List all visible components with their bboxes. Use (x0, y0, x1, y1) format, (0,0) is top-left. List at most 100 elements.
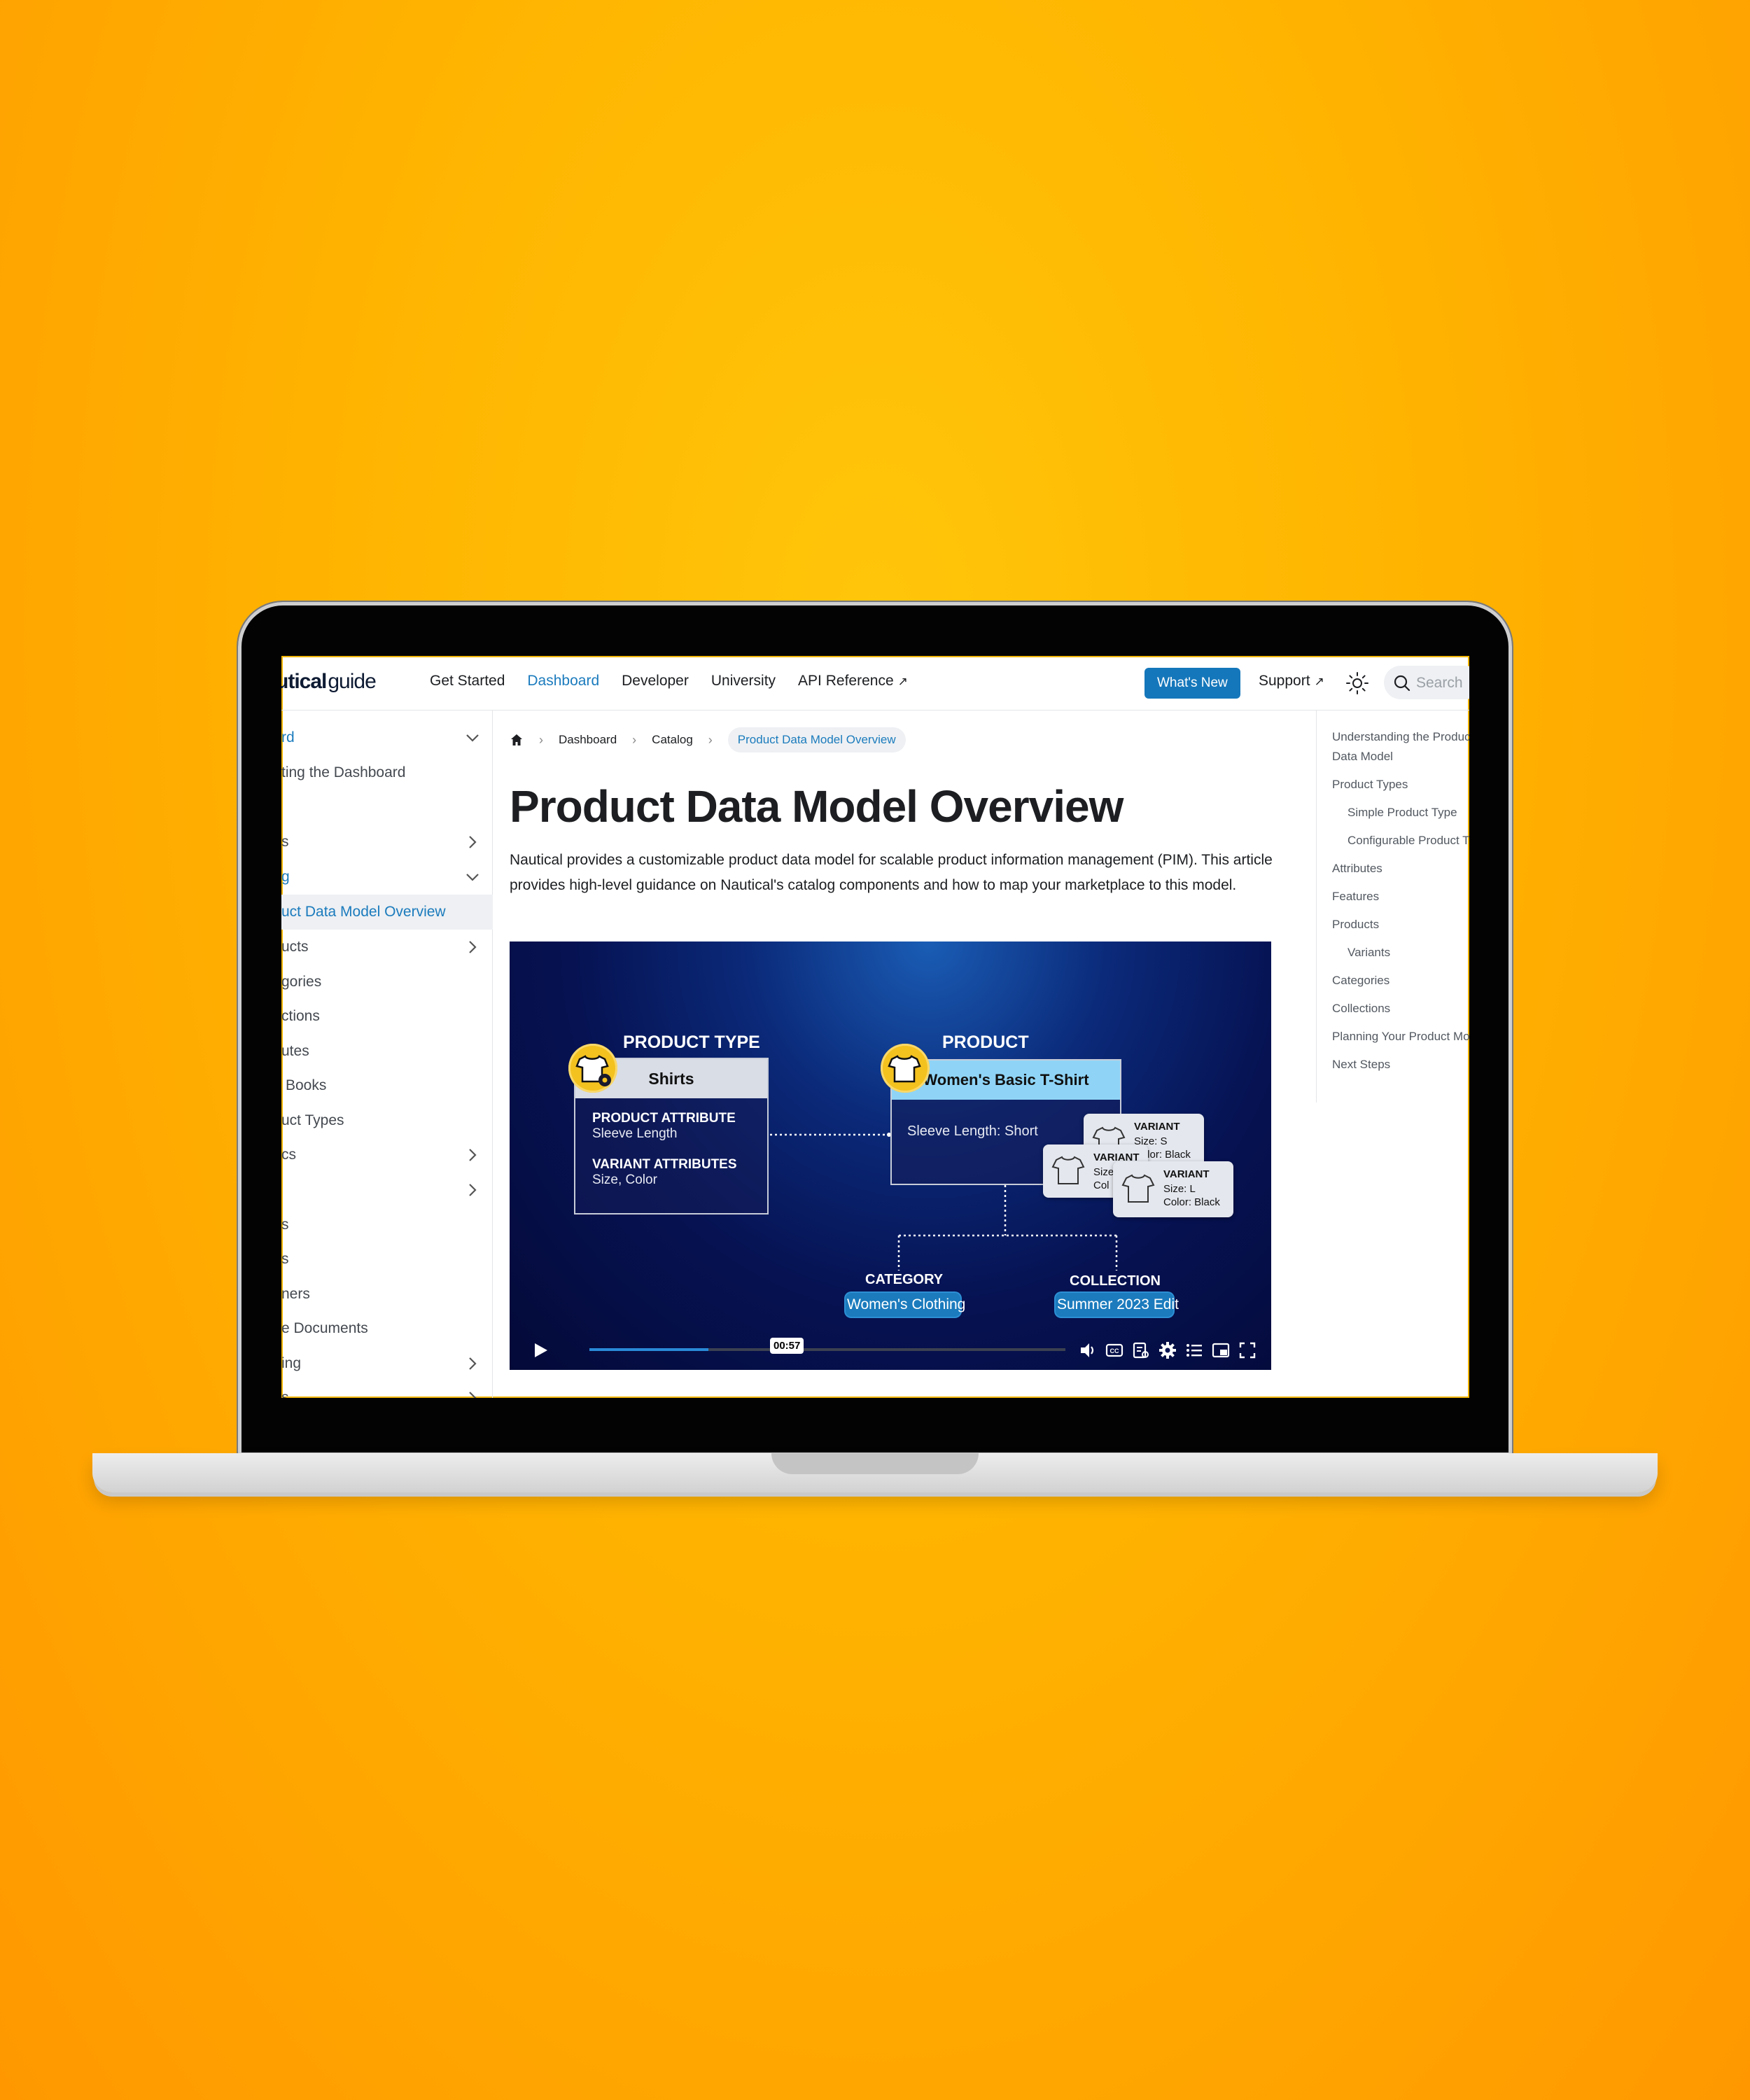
toc-item[interactable]: Features (1332, 887, 1379, 906)
sidebar-item-documents[interactable]: e Documents (281, 1311, 493, 1346)
nav-api-reference[interactable]: API Reference ↗ (798, 673, 908, 690)
play-icon[interactable] (531, 1340, 550, 1360)
sidebar-item-dashboard[interactable]: rd (281, 720, 493, 755)
breadcrumb-separator: › (539, 732, 543, 747)
collection-label: COLLECTION (1070, 1273, 1161, 1289)
svg-text:CC: CC (1110, 1348, 1119, 1354)
laptop-notch (771, 1453, 979, 1474)
tshirt-outline-icon (1051, 1156, 1085, 1184)
sidebar-item-products[interactable]: ucts (281, 930, 493, 965)
category-label: CATEGORY (865, 1272, 944, 1287)
product-detail: Sleeve Length: Short (907, 1124, 1038, 1139)
chevron-down-icon (466, 874, 479, 881)
video-controls: 00:57 CC (510, 1329, 1271, 1370)
chevron-right-icon (469, 1392, 477, 1398)
sidebar-item-books[interactable]: Books (281, 1068, 493, 1103)
sidebar-item-group-d[interactable]: s (281, 1242, 493, 1277)
search-placeholder: Search (1416, 675, 1463, 691)
support-link[interactable]: Support ↗ (1259, 673, 1324, 690)
nav-get-started[interactable]: Get Started (430, 673, 505, 690)
toc-item[interactable]: Planning Your Product Model (1332, 1027, 1469, 1046)
sidebar-item-collapsed[interactable]: s (281, 825, 493, 860)
toc-item[interactable]: Simple Product Type (1348, 803, 1457, 822)
toc-item[interactable]: Categories (1332, 971, 1390, 990)
collection-pill: Summer 2023 Edit (1056, 1293, 1179, 1317)
product-attribute: PRODUCT ATTRIBUTE Sleeve Length (592, 1111, 736, 1141)
variant-card: VARIANT Size: L Color: Black (1113, 1161, 1233, 1217)
product-type-label: PRODUCT TYPE (623, 1032, 760, 1052)
chevron-right-icon (469, 1184, 477, 1196)
whats-new-button[interactable]: What's New (1144, 668, 1240, 699)
sidebar-item-collections[interactable]: ctions (281, 999, 493, 1034)
sidebar: rd ting the Dashboard s g uct Data Model… (281, 710, 493, 1398)
top-navbar: uticalguide Get Started Dashboard Develo… (281, 656, 1469, 710)
external-link-icon: ↗ (1314, 675, 1324, 688)
chevron-down-icon (466, 734, 479, 742)
page-title: Product Data Model Overview (510, 781, 1124, 832)
tshirt-gear-icon (568, 1044, 617, 1093)
sidebar-item-product-types[interactable]: uct Types (281, 1103, 493, 1138)
sidebar-item-catalog[interactable]: g (281, 860, 493, 895)
toc-item[interactable]: Collections (1332, 999, 1390, 1018)
breadcrumb: › Dashboard › Catalog › Product Data Mod… (510, 726, 906, 754)
toc-item[interactable]: Variants (1348, 943, 1390, 962)
table-of-contents: Understanding the Product C Data Model P… (1316, 710, 1469, 1102)
sidebar-item-group-a[interactable]: cs (281, 1138, 493, 1172)
variant-attributes: VARIANT ATTRIBUTES Size, Color (592, 1157, 737, 1187)
fullscreen-icon[interactable] (1238, 1340, 1257, 1360)
intro-paragraph: Nautical provides a customizable product… (510, 852, 1273, 893)
transcript-icon[interactable] (1131, 1340, 1151, 1360)
logo[interactable]: uticalguide (281, 670, 377, 694)
sidebar-item-group-b[interactable] (281, 1172, 493, 1208)
toc-item[interactable]: Products (1332, 915, 1379, 934)
breadcrumb-dashboard[interactable]: Dashboard (559, 733, 617, 747)
sidebar-item-navigating[interactable]: ting the Dashboard (281, 755, 493, 790)
chevron-right-icon (469, 1357, 477, 1370)
toc-item[interactable]: Next Steps (1332, 1055, 1390, 1074)
support-label: Support (1259, 673, 1310, 689)
category-pill: Women's Clothing (846, 1293, 965, 1317)
sidebar-item-categories[interactable]: gories (281, 965, 493, 1000)
nav-university[interactable]: University (711, 673, 776, 690)
nav-links: Get Started Dashboard Developer Universi… (430, 673, 908, 690)
toc-item[interactable]: Understanding the Product C (1332, 727, 1469, 747)
toc-item[interactable]: Attributes (1332, 859, 1382, 878)
volume-icon[interactable] (1078, 1340, 1098, 1360)
nav-api-reference-label: API Reference (798, 673, 894, 689)
sidebar-item-product-data-model-overview[interactable]: uct Data Model Overview (281, 895, 493, 930)
sidebar-item-group-c[interactable]: s (281, 1208, 493, 1242)
breadcrumb-current: Product Data Model Overview (727, 727, 906, 752)
chevron-right-icon (469, 836, 477, 848)
time-tooltip: 00:57 (770, 1338, 804, 1354)
toc-item[interactable]: Data Model (1332, 747, 1393, 766)
sidebar-item-billing[interactable]: ing (281, 1346, 493, 1381)
breadcrumb-separator: › (708, 732, 713, 747)
search-input[interactable]: Search (1384, 666, 1469, 699)
progress-bar[interactable]: 00:57 (589, 1338, 1065, 1354)
tshirt-icon (881, 1044, 930, 1093)
toc-item[interactable]: Configurable Product Typ (1348, 831, 1469, 850)
search-icon (1394, 675, 1410, 692)
picture-in-picture-icon[interactable] (1211, 1340, 1231, 1360)
progress-fill (589, 1348, 708, 1351)
browser-screen: uticalguide Get Started Dashboard Develo… (281, 656, 1469, 1398)
chevron-right-icon (469, 941, 477, 953)
sidebar-item-attributes[interactable]: utes (281, 1034, 493, 1069)
tshirt-outline-icon (1121, 1174, 1155, 1203)
breadcrumb-separator: › (632, 732, 637, 747)
nav-dashboard[interactable]: Dashboard (527, 673, 599, 690)
gear-icon[interactable] (1158, 1340, 1177, 1360)
captions-icon[interactable]: CC (1105, 1340, 1124, 1360)
main-content: › Dashboard › Catalog › Product Data Mod… (510, 710, 1315, 1398)
sun-icon[interactable] (1345, 671, 1369, 695)
sidebar-item-partners[interactable]: ners (281, 1277, 493, 1312)
home-icon[interactable] (510, 733, 524, 747)
nav-developer[interactable]: Developer (622, 673, 689, 690)
breadcrumb-catalog[interactable]: Catalog (652, 733, 693, 747)
video-player[interactable]: PRODUCT TYPE Shirts PRODUCT ATTRIBUTE Sle… (510, 941, 1271, 1370)
product-label: PRODUCT (942, 1032, 1029, 1052)
chevron-right-icon (469, 1149, 477, 1161)
chapters-list-icon[interactable] (1184, 1340, 1204, 1360)
toc-item[interactable]: Product Types (1332, 775, 1408, 794)
sidebar-item-group-e[interactable]: s (281, 1380, 493, 1398)
